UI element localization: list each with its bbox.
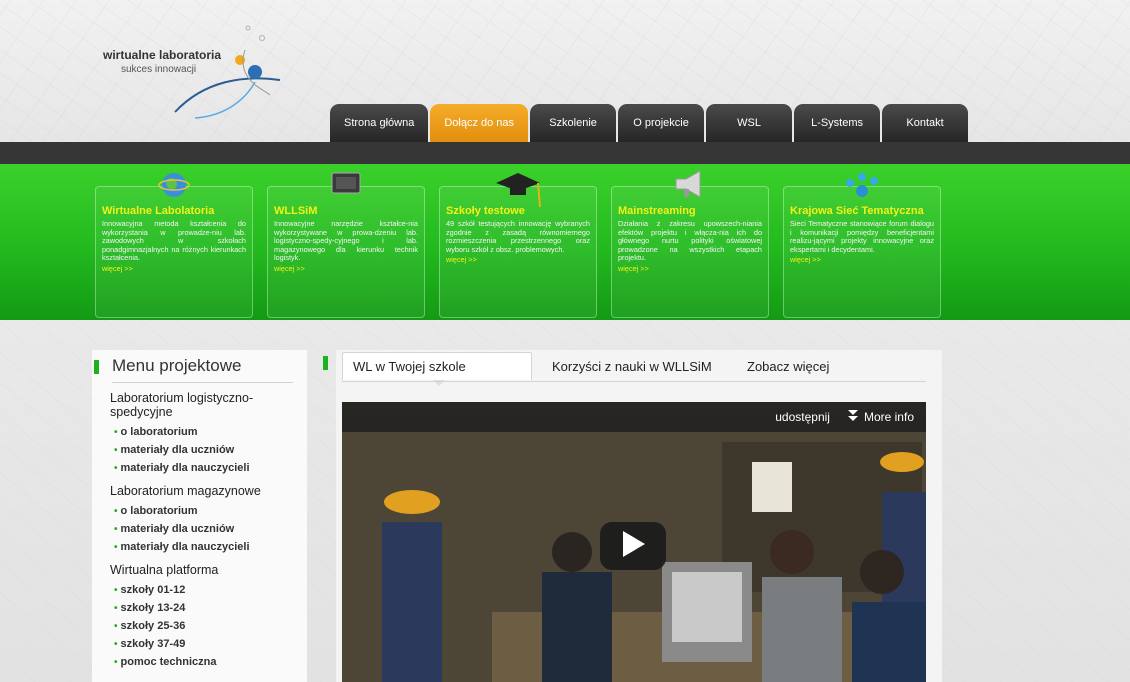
more-info-button[interactable]: More info [847,409,914,425]
bullet-icon: • [114,427,118,438]
menu-link-label: szkoły 01-12 [120,584,186,596]
menu-link[interactable]: • materiały dla uczniów [114,522,293,537]
video-toolbar: udostępnij More info [342,402,926,432]
menu-link[interactable]: • szkoły 13-24 [114,601,293,616]
nav-tab-contact[interactable]: Kontakt [882,104,969,142]
content-tabs: WL w Twojej szkole Korzyści z nauki w WL… [342,352,839,386]
bullet-icon: • [114,603,118,614]
logo-title: wirtualne laboratoria [103,48,222,62]
feature-text: Innowacyjna metoda kształcenia do wykorz… [102,219,246,263]
logo-subtitle: sukces innowacji [121,64,197,75]
bullet-icon: • [114,657,118,668]
menu-link[interactable]: • o laboratorium [114,425,293,440]
nav-tab-about[interactable]: O projekcie [618,104,705,142]
menu-link[interactable]: • szkoły 37-49 [114,637,293,652]
content-area: Menu projektowe Laboratorium logistyczno… [0,320,1130,682]
menu-group-label: Laboratorium logistyczno-spedycyjne [110,391,254,419]
main-nav: Strona główna Dołącz do nas Szkolenie O … [330,104,969,142]
feature-title: WLLSiM [274,205,318,217]
feature-title: Krajowa Sieć Tematyczna [790,205,924,217]
menu-group-label: Laboratorium magazynowe [110,484,261,498]
menu-link[interactable]: • o laboratorium [114,504,293,519]
bullet-icon: • [114,639,118,650]
menu-link-label: o laboratorium [120,505,198,517]
bullet-icon: • [114,506,118,517]
feature-card-virtual-labs[interactable]: Wirtualne Labolatoria Innowacyjna metoda… [95,173,253,318]
feature-card-wllsim[interactable]: WLLSiM Innowacyjne narzędzie kształce-ni… [267,172,425,318]
menu-link[interactable]: • materiały dla nauczycieli [114,540,293,555]
menu-link-label: szkoły 37-49 [120,638,186,650]
bullet-icon: • [114,542,118,553]
menu-link[interactable]: • szkoły 01-12 [114,583,293,598]
bullet-icon: • [114,585,118,596]
share-button[interactable]: udostępnij [775,410,830,424]
tabs-divider [342,381,926,382]
menu-link-label: pomoc techniczna [120,656,217,668]
video-player[interactable]: udostępnij More info [342,402,926,682]
bullet-icon: • [114,621,118,632]
globe-icon [156,169,192,204]
nav-tab-join[interactable]: Dołącz do nas [430,104,529,142]
header-divider [0,142,1130,164]
main-panel: WL w Twojej szkole Korzyści z nauki w WL… [336,350,942,682]
bullet-icon: • [114,524,118,535]
feature-text: Działania z zakresu upowszech-niania efe… [618,219,762,263]
tab-wl-in-school[interactable]: WL w Twojej szkole [342,352,532,386]
menu-link[interactable]: • materiały dla uczniów [114,443,293,458]
feature-card-mainstreaming[interactable]: Mainstreaming Działania z zakresu upowsz… [611,170,769,318]
menu-link-label: o laboratorium [120,426,198,438]
play-button[interactable] [600,522,666,570]
nav-tab-wsl[interactable]: WSL [706,104,793,142]
section-marker [323,356,328,370]
feature-text: Sieci Tematyczne stanowiące forum dialog… [790,219,934,254]
feature-text: 49 szkół testujących innowację wybranych… [446,219,590,254]
feature-more-link[interactable]: więcej >> [618,264,762,273]
tab-benefits[interactable]: Korzyści z nauki w WLLSiM [542,352,737,380]
feature-title: Mainstreaming [618,205,696,217]
feature-title: Wirtualne Labolatoria [102,205,215,217]
menu-group-label: Wirtualna platforma [110,563,219,577]
more-info-label: More info [863,410,914,424]
menu-link[interactable]: • szkoły 25-36 [114,619,293,634]
menu-link-label: szkoły 25-36 [120,620,186,632]
menu-link-label: materiały dla nauczycieli [120,541,250,553]
project-menu: Menu projektowe Laboratorium logistyczno… [92,350,307,682]
play-icon [621,530,645,562]
menu-link[interactable]: • pomoc techniczna [114,655,293,670]
bullet-icon: • [114,463,118,474]
nav-tab-lsystems[interactable]: L-Systems [794,104,881,142]
feature-text: Innowacyjne narzędzie kształce-nia wykor… [274,219,418,263]
menu-link-label: szkoły 13-24 [120,602,186,614]
megaphone-icon [670,169,710,204]
chip-icon [328,169,364,202]
menu-link-label: materiały dla nauczycieli [120,462,250,474]
graduation-cap-icon [488,169,548,220]
feature-more-link[interactable]: więcej >> [446,255,590,264]
network-icon [840,169,884,204]
project-menu-title: Menu projektowe [112,356,293,383]
feature-more-link[interactable]: więcej >> [102,264,246,273]
feature-more-link[interactable]: więcej >> [274,264,418,273]
site-logo[interactable]: wirtualne laboratoria sukces innowacji [95,20,305,125]
chevron-down-icon [847,409,858,425]
menu-link-label: materiały dla uczniów [120,523,235,535]
section-marker [94,360,99,374]
feature-card-thematic-network[interactable]: Krajowa Sieć Tematyczna Sieci Tematyczne… [783,173,941,318]
bullet-icon: • [114,445,118,456]
menu-link[interactable]: • materiały dla nauczycieli [114,461,293,476]
nav-tab-home[interactable]: Strona główna [330,104,429,142]
tab-see-more[interactable]: Zobacz więcej [737,352,839,380]
menu-link-label: materiały dla uczniów [120,444,235,456]
site-header: wirtualne laboratoria sukces innowacji S… [0,0,1130,142]
nav-tab-training[interactable]: Szkolenie [530,104,617,142]
feature-card-test-schools[interactable]: Szkoły testowe 49 szkół testujących inno… [439,173,597,318]
features-band: Wirtualne Labolatoria Innowacyjna metoda… [0,164,1130,320]
feature-more-link[interactable]: więcej >> [790,255,934,264]
